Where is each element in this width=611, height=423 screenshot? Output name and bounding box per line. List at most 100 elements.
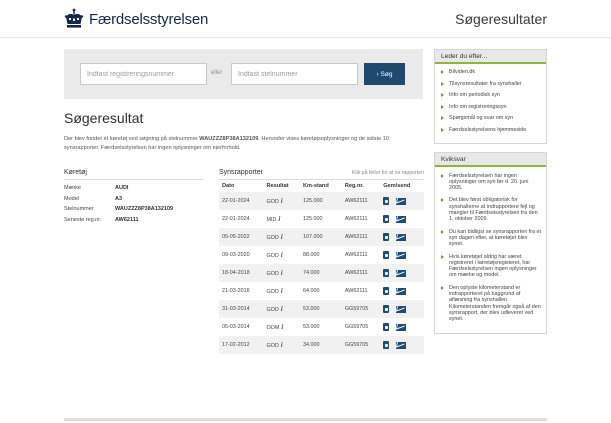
pdf-icon[interactable] bbox=[383, 341, 390, 349]
report-date: 21-03-2016 bbox=[222, 288, 250, 294]
crown-icon bbox=[64, 8, 84, 28]
report-reg: GG59705 bbox=[341, 336, 381, 354]
leder-title: Leder du efter... bbox=[435, 50, 546, 64]
info-icon[interactable]: i bbox=[281, 233, 283, 241]
vehicle-section: Køretøj Mærke AUDI Model A3 Stelnummer W… bbox=[64, 169, 204, 225]
vehicle-row: Seneste reg.nr. AW62111 bbox=[64, 215, 204, 226]
reports-body: 22-01-2024 GOD i 125.000 AW62111 22-01-2024 MI… bbox=[219, 192, 424, 354]
report-result: OOM bbox=[266, 325, 280, 331]
report-date: 31-03-2014 bbox=[219, 300, 264, 318]
sidebar-link[interactable]: Info om periodisk syn bbox=[435, 92, 546, 99]
vin-number-input[interactable] bbox=[231, 63, 358, 85]
report-result: GOD bbox=[266, 235, 279, 241]
report-result-cell: GOD i bbox=[263, 228, 300, 246]
report-reg: AW62111 bbox=[344, 252, 368, 258]
result-title: Søgeresultat bbox=[64, 110, 144, 126]
pdf-icon[interactable] bbox=[383, 287, 390, 295]
report-date: 18-04-2018 bbox=[219, 264, 264, 282]
report-result: GOD bbox=[266, 307, 279, 313]
mail-icon[interactable] bbox=[396, 233, 407, 241]
info-icon[interactable]: i bbox=[281, 269, 283, 277]
vehicle-label: Model bbox=[64, 195, 79, 202]
report-result-cell: GOD i bbox=[263, 264, 300, 282]
page-heading: Søgeresultater bbox=[455, 11, 547, 27]
sidebar-link[interactable]: Bilviden.dk bbox=[435, 69, 546, 76]
report-actions bbox=[380, 210, 424, 228]
sidebar-link[interactable]: Færdselsstyrelsens hjemmeside bbox=[435, 127, 546, 134]
table-row[interactable]: 21-03-2016 GOD i 64.000 AW62111 bbox=[219, 282, 424, 300]
page-header: Færdselsstyrelsen Søgeresultater bbox=[0, 0, 611, 38]
table-row[interactable]: 22-01-2024 GOD i 125.000 AW62111 bbox=[219, 192, 424, 210]
report-reg: AW62111 bbox=[344, 288, 368, 294]
reports-title: Synsrapporter bbox=[219, 169, 263, 176]
table-row[interactable]: 09-03-2020 GOD i 88.000 AW62111 bbox=[219, 246, 424, 264]
pdf-icon[interactable] bbox=[383, 323, 390, 331]
info-icon[interactable]: i bbox=[281, 341, 283, 349]
leder-list: Bilviden.dk Tilsynsresultater fra synshal… bbox=[435, 64, 546, 143]
kviksvar-item: Hvis køretøjet aldrig har været registre… bbox=[435, 254, 546, 279]
pdf-icon[interactable] bbox=[383, 251, 390, 259]
table-row[interactable]: 31-03-2014 GOD i 53.000 GG59705 bbox=[219, 300, 424, 318]
table-row[interactable]: 22-01-2024 MID i 125.000 AW62111 bbox=[219, 210, 424, 228]
table-row[interactable]: 05-05-2022 GOD i 107.000 AW62111 bbox=[219, 228, 424, 246]
pdf-icon[interactable] bbox=[383, 269, 390, 277]
report-result-cell: GOD i bbox=[263, 282, 299, 300]
info-icon[interactable]: i bbox=[278, 215, 280, 223]
mail-icon[interactable] bbox=[396, 341, 407, 349]
info-icon[interactable]: i bbox=[281, 287, 283, 295]
report-result: GOD bbox=[266, 253, 279, 259]
pdf-icon[interactable] bbox=[383, 233, 390, 241]
info-icon[interactable]: i bbox=[281, 305, 283, 313]
report-actions bbox=[380, 318, 424, 336]
mail-icon[interactable] bbox=[396, 197, 407, 205]
report-result-cell: GOD i bbox=[263, 192, 300, 210]
table-row[interactable]: 05-03-2014 OOM i 53.000 GG59705 bbox=[219, 318, 424, 336]
pdf-icon[interactable] bbox=[383, 305, 390, 313]
report-km: 64.000 bbox=[302, 288, 320, 294]
report-reg: AW62111 bbox=[341, 192, 381, 210]
intro-prefix: Der blev fundet ét køretøj ved søgning p… bbox=[64, 136, 200, 142]
table-row[interactable]: 18-04-2018 GOD i 74.000 AW62111 bbox=[219, 264, 424, 282]
report-date: 09-03-2020 bbox=[222, 252, 250, 258]
logo-text: Færdselsstyrelsen bbox=[89, 10, 209, 28]
report-result: GOD bbox=[266, 199, 279, 205]
registration-number-input[interactable] bbox=[80, 63, 207, 85]
pdf-icon[interactable] bbox=[383, 197, 390, 205]
vehicle-value: A3 bbox=[115, 195, 123, 202]
report-result-cell: MID i bbox=[263, 210, 299, 228]
sidebar-link[interactable]: Spørgsmål og svar om syn bbox=[435, 115, 546, 122]
intro-vin: WAUZZZ8P38A132109 bbox=[199, 136, 259, 142]
info-icon[interactable]: i bbox=[281, 323, 283, 331]
info-icon[interactable]: i bbox=[281, 251, 283, 259]
report-km: 88.000 bbox=[302, 252, 320, 258]
sidebar-link[interactable]: Tilsynsresultater fra synshaller bbox=[435, 81, 546, 88]
report-date: 22-01-2024 bbox=[219, 192, 264, 210]
table-row[interactable]: 17-02-2012 GOD i 34.000 GG59705 bbox=[219, 336, 424, 354]
mail-icon[interactable] bbox=[396, 269, 407, 277]
report-date: 05-05-2022 bbox=[219, 228, 264, 246]
mail-icon[interactable] bbox=[396, 251, 407, 259]
report-result-cell: GOD i bbox=[263, 246, 299, 264]
search-button[interactable]: › Søg bbox=[364, 63, 405, 85]
click-hint: Klik på feltet for at se rapporten bbox=[351, 170, 424, 176]
kviksvar-box: Kviksvar Færdselsstyrelsen har ingen opl… bbox=[434, 151, 547, 334]
report-actions bbox=[380, 246, 424, 264]
mail-icon[interactable] bbox=[396, 305, 407, 313]
mail-icon[interactable] bbox=[396, 323, 407, 331]
mail-icon[interactable] bbox=[396, 215, 407, 223]
report-km: 53.000 bbox=[299, 300, 342, 318]
pdf-icon[interactable] bbox=[383, 215, 390, 223]
sidebar-link[interactable]: Info om registreringssyn bbox=[435, 104, 546, 111]
result-intro: Der blev fundet ét køretøj ved søgning p… bbox=[64, 135, 414, 153]
vehicle-value: AW62111 bbox=[115, 216, 139, 223]
mail-icon[interactable] bbox=[396, 287, 407, 295]
logo[interactable]: Færdselsstyrelsen bbox=[64, 8, 208, 30]
vehicle-row: Model A3 bbox=[64, 194, 204, 205]
reports-header: Synsrapporter Klik på feltet for at se r… bbox=[219, 169, 424, 180]
report-km: 107.000 bbox=[299, 228, 342, 246]
kviksvar-item: Færdselsstyrelsen har ingen oplysninger … bbox=[435, 173, 546, 192]
report-km: 34.000 bbox=[299, 336, 342, 354]
info-icon[interactable]: i bbox=[281, 197, 283, 205]
report-reg: AW62111 bbox=[341, 264, 381, 282]
report-result-cell: OOM i bbox=[263, 318, 299, 336]
